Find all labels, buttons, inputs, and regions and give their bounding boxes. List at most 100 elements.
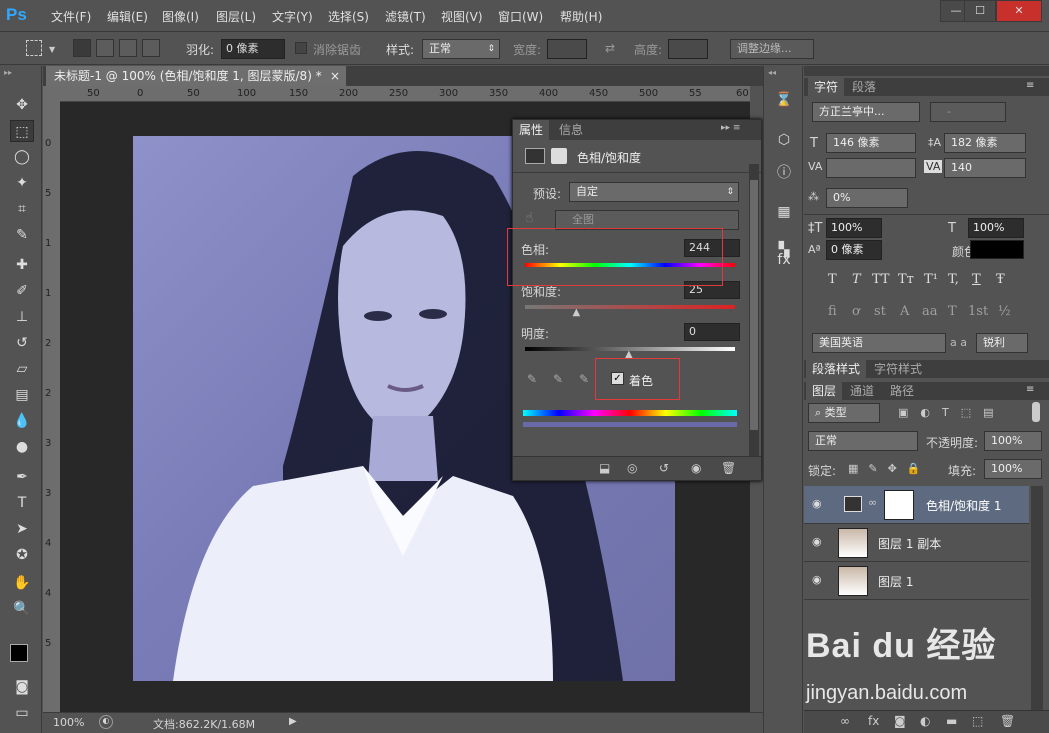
targeted-adjust-hand-icon[interactable]: ☝: [525, 210, 534, 226]
stylistic-alternates-button[interactable]: aa: [922, 304, 938, 319]
type-tool-icon[interactable]: T: [10, 492, 34, 514]
fill-select[interactable]: 100%: [984, 459, 1042, 479]
close-tab-icon[interactable]: ×: [330, 66, 340, 86]
tab-info[interactable]: 信息: [553, 120, 589, 140]
antialias-select[interactable]: 锐利: [976, 333, 1028, 353]
panel-collapse-icon[interactable]: ▸▸ ≡: [721, 123, 740, 133]
baseline-shift-input[interactable]: 0 像素: [826, 240, 882, 260]
status-menu-arrow-icon[interactable]: ▶: [289, 716, 297, 727]
tab-character-styles[interactable]: 字符样式: [868, 360, 928, 378]
link-icon[interactable]: ∞: [868, 496, 877, 509]
scrollbar-thumb[interactable]: [750, 180, 758, 430]
maximize-button[interactable]: ☐: [964, 0, 996, 22]
eraser-tool-icon[interactable]: ▱: [10, 358, 34, 380]
feather-input[interactable]: 0 像素: [221, 39, 285, 59]
move-tool-icon[interactable]: ✥: [10, 94, 34, 116]
language-select[interactable]: 美国英语: [812, 333, 946, 353]
status-icon[interactable]: ◐: [99, 715, 113, 729]
3d-icon[interactable]: ⬡: [773, 132, 795, 152]
effects-icon[interactable]: fx: [773, 252, 795, 272]
lock-icons[interactable]: ▦✎✥🔒: [848, 462, 931, 475]
tab-layers[interactable]: 图层: [806, 382, 843, 400]
dock-collapse-icon[interactable]: ◂◂: [768, 68, 776, 77]
tsume-select[interactable]: 0%: [826, 188, 908, 208]
opacity-select[interactable]: 100%: [984, 431, 1042, 451]
refine-edge-button[interactable]: 调整边缘...: [730, 39, 814, 59]
crop-tool-icon[interactable]: ⌗: [10, 198, 34, 220]
path-selection-tool-icon[interactable]: ➤: [10, 518, 34, 540]
quick-mask-icon[interactable]: ◙: [10, 676, 34, 698]
menu-file[interactable]: 文件(F): [51, 8, 91, 25]
eye-icon[interactable]: ◉: [812, 573, 828, 587]
layer-filter-icons[interactable]: ▣◐T⬚▤: [898, 406, 1006, 419]
new-layer-icon[interactable]: ⬚: [972, 714, 983, 728]
document-tab[interactable]: 未标题-1 @ 100% (色相/饱和度 1, 图层蒙版/8) * ×: [46, 66, 346, 86]
panel-menu-icon[interactable]: ≡: [1026, 80, 1034, 91]
eyedropper-plus-icon[interactable]: ✎: [553, 372, 563, 386]
gradient-tool-icon[interactable]: ▤: [10, 384, 34, 406]
channel-select[interactable]: 全图: [555, 210, 739, 230]
history-icon[interactable]: ⌛: [773, 92, 795, 112]
add-selection-icon[interactable]: [96, 39, 114, 57]
visibility-icon[interactable]: ◉: [691, 461, 701, 475]
eyedropper-minus-icon[interactable]: ✎: [579, 372, 589, 386]
tracking-select[interactable]: 140: [944, 158, 1026, 178]
underline-button[interactable]: T: [972, 272, 981, 287]
magic-wand-tool-icon[interactable]: ✦: [10, 172, 34, 194]
titling-alternates-button[interactable]: T: [948, 304, 957, 319]
menu-help[interactable]: 帮助(H): [560, 8, 602, 25]
tab-channels[interactable]: 通道: [844, 382, 880, 400]
eyedropper-tool-icon[interactable]: ✎: [10, 224, 34, 246]
healing-brush-tool-icon[interactable]: ✚: [10, 254, 34, 276]
mask-icon[interactable]: [551, 148, 567, 164]
grid-icon[interactable]: ▦: [773, 204, 795, 224]
hand-tool-icon[interactable]: ✋: [10, 572, 34, 594]
old-style-button[interactable]: ơ: [852, 304, 860, 319]
leading-select[interactable]: 182 像素: [944, 133, 1026, 153]
eyedropper-icon[interactable]: ✎: [527, 372, 537, 386]
font-size-select[interactable]: 146 像素: [826, 133, 916, 153]
tab-properties[interactable]: 属性: [513, 120, 550, 140]
foreground-color-swatch[interactable]: [10, 644, 28, 662]
faux-italic-button[interactable]: T: [852, 272, 861, 287]
clip-to-layer-icon[interactable]: ⬓: [599, 461, 610, 475]
info-icon[interactable]: ⓘ: [773, 162, 795, 182]
subtract-selection-icon[interactable]: [119, 39, 137, 57]
history-brush-tool-icon[interactable]: ↺: [10, 332, 34, 354]
menu-filter[interactable]: 滤镜(T): [385, 8, 426, 25]
horizontal-scale-input[interactable]: 100%: [968, 218, 1024, 238]
antialias-checkbox[interactable]: [295, 42, 307, 54]
small-caps-button[interactable]: Tт: [898, 272, 914, 287]
text-color-swatch[interactable]: [970, 240, 1024, 259]
menu-window[interactable]: 窗口(W): [498, 8, 543, 25]
tab-paragraph[interactable]: 段落: [846, 78, 882, 96]
blur-tool-icon[interactable]: 💧: [10, 410, 34, 432]
discretionary-ligature-button[interactable]: st: [874, 304, 886, 319]
menu-type[interactable]: 文字(Y): [272, 8, 313, 25]
superscript-button[interactable]: T¹: [924, 272, 938, 287]
intersect-selection-icon[interactable]: [142, 39, 160, 57]
new-selection-icon[interactable]: [73, 39, 91, 57]
panel-menu-icon[interactable]: ≡: [1026, 384, 1034, 395]
dodge-tool-icon[interactable]: ●: [10, 436, 34, 458]
menu-view[interactable]: 视图(V): [441, 8, 483, 25]
all-caps-button[interactable]: TT: [872, 272, 890, 287]
eye-icon[interactable]: ◉: [812, 535, 828, 549]
swap-icon[interactable]: ⇄: [605, 41, 615, 55]
filter-toggle[interactable]: [1032, 402, 1040, 422]
layer-filter-select[interactable]: ⌕ 类型: [808, 403, 880, 423]
brush-tool-icon[interactable]: ✐: [10, 280, 34, 302]
menu-image[interactable]: 图像(I): [162, 8, 199, 25]
preset-select[interactable]: 自定 ⇕: [569, 182, 739, 202]
layers-scrollbar[interactable]: [1031, 486, 1043, 710]
reset-icon[interactable]: ↺: [659, 461, 669, 475]
faux-bold-button[interactable]: T: [828, 272, 837, 287]
pen-tool-icon[interactable]: ✒: [10, 466, 34, 488]
marquee-tool-icon[interactable]: [26, 40, 42, 56]
add-mask-icon[interactable]: ◙: [894, 714, 906, 728]
height-input[interactable]: [668, 39, 708, 59]
screen-mode-icon[interactable]: ▭: [10, 702, 34, 724]
saturation-slider-track[interactable]: [525, 305, 735, 309]
ordinals-button[interactable]: 1st: [968, 304, 988, 319]
lasso-tool-icon[interactable]: ◯: [10, 146, 34, 168]
